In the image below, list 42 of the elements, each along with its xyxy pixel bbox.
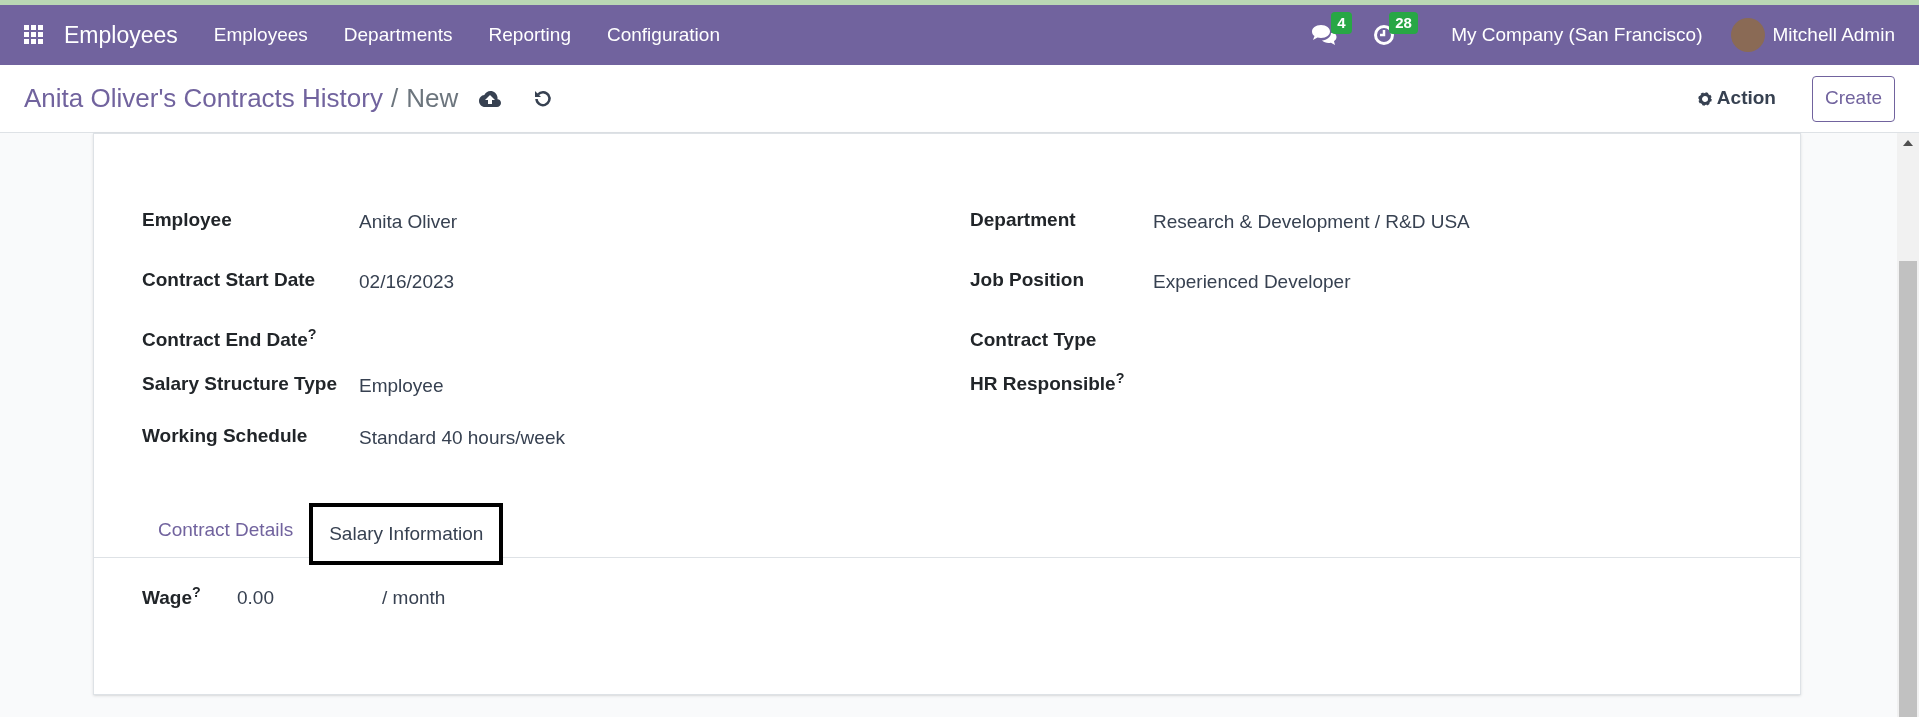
menu-item[interactable]: Departments [343,20,453,50]
field-value[interactable]: Anita Oliver [359,206,458,237]
create-button[interactable]: Create [1811,75,1895,122]
field-label: Salary Structure Type [142,372,338,396]
messages-count-badge: 4 [1331,12,1352,34]
field-value[interactable]: 02/16/2023 [359,266,455,297]
field-label: Department [970,208,1077,232]
field-value[interactable]: Experienced Developer [1153,266,1351,297]
tab[interactable]: Contract Details [142,507,310,557]
field-label: Working Schedule [142,424,309,448]
tab[interactable]: Salary Information [309,503,504,565]
menu-item[interactable]: Configuration [606,20,720,50]
field-label: Contract Type [970,328,1098,352]
chat-bubbles-icon[interactable] [1311,24,1338,46]
settings-icon [1696,90,1713,107]
field-label: Employee [142,208,233,232]
cloud-upload-icon[interactable] [478,89,503,108]
field-label: HR Responsible$^{?}$ [970,370,1126,396]
menu-item[interactable]: Reporting [488,20,571,50]
field-label: Contract End Date$^{?}$ [142,326,318,352]
breadcrumb-separator: / [390,82,399,115]
activities-count-badge: 28 [1389,12,1418,34]
field-value[interactable]: Standard 40 hours/week [359,422,565,453]
breadcrumb-link[interactable]: Anita Oliver's Contracts History [24,79,383,118]
scrollbar[interactable] [1897,133,1919,717]
apps-menu-icon[interactable] [24,25,44,45]
action-menu-button[interactable]: Action [1696,84,1776,113]
company-switcher[interactable]: My Company (San Francisco) [1451,20,1703,50]
wage-input[interactable]: 0.00 [237,584,382,613]
field-label: Contract Start Date [142,268,317,292]
breadcrumb-current: New [406,82,459,115]
field-label: Wage$^{?}$ [142,584,202,610]
scroll-up-icon[interactable] [1903,140,1913,146]
app-name[interactable]: Employees [64,17,178,53]
field-value[interactable]: Employee [359,370,444,401]
undo-icon[interactable] [534,89,553,108]
field-label: Job Position [970,268,1085,292]
wage-unit: / month [382,586,446,610]
field-value[interactable]: Research & Development / R&D USA [1153,206,1470,237]
user-menu[interactable]: Mitchell Admin [1772,20,1895,50]
clock-icon[interactable] [1373,24,1396,46]
menu-item[interactable]: Employees [213,20,308,50]
